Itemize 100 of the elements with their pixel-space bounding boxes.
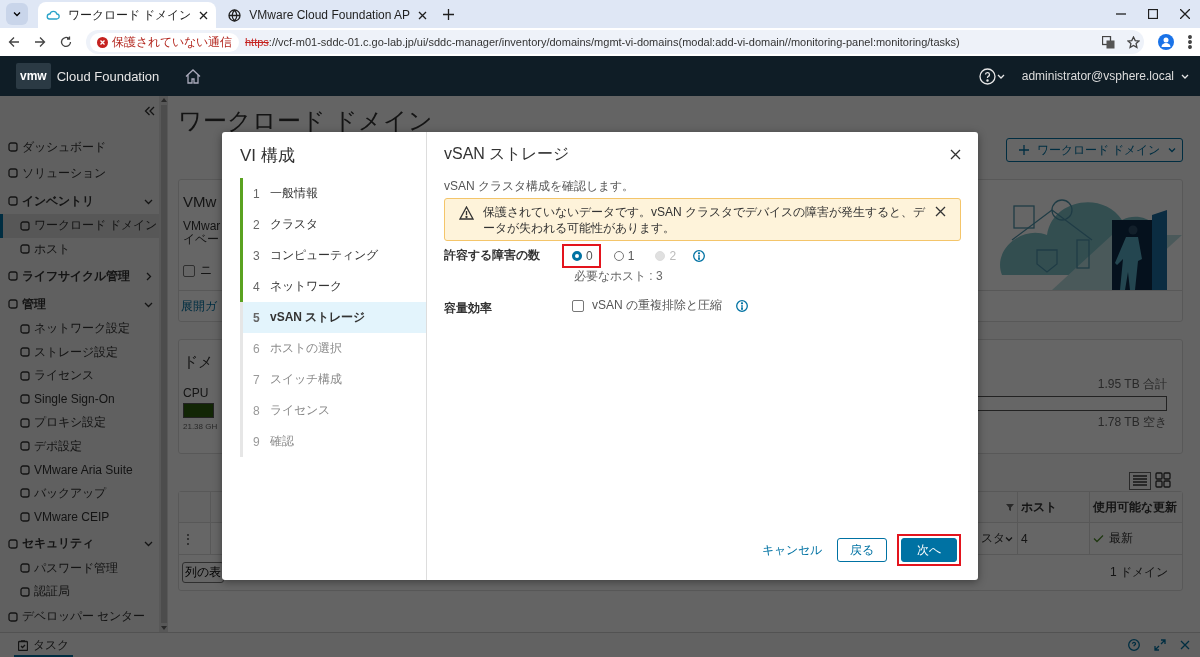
forward-icon[interactable] [34, 36, 46, 48]
warning-icon [459, 206, 474, 220]
grid-view-icon[interactable] [1155, 472, 1171, 488]
alert-text: 保護されていないデータです。vSAN クラスタでデバイスの障害が発生すると、データが失われる可能性があります。 [483, 204, 926, 236]
nav-item[interactable]: インベントリ [0, 188, 159, 214]
url-text: ://vcf-m01-sddc-01.c.go-lab.jp/ui/sddc-manager/inventory/domains/mgmt-vi-domains(modal:add-vi-domain//monitoring-panel:monitoring/tasks) [268, 36, 960, 48]
table-cell: 4 [1018, 523, 1090, 554]
tab-list-button[interactable] [6, 3, 28, 25]
address-bar[interactable]: 保護されていない通信 https://vcf-m01-sddc-01.c.go-lab.jp/ui/sddc-manager/inventory/domains/mgmt-vi-domains(modal:add-vi-domain//monitoring-panel:monitoring/tasks) [86, 30, 1144, 54]
info-icon[interactable] [736, 299, 748, 312]
nav-item[interactable]: ネットワーク設定 [0, 317, 159, 341]
radio-option[interactable]: 0 [562, 244, 601, 268]
back-icon[interactable] [8, 36, 20, 48]
panel-title: vSAN ストレージ [444, 144, 570, 164]
nav-item[interactable]: 管理 [0, 291, 159, 317]
square-icon [20, 441, 30, 452]
wizard-step[interactable]: 3 コンピューティング [240, 240, 426, 271]
chevron-right-icon[interactable] [144, 271, 153, 281]
list-icon [1132, 474, 1148, 486]
radio-button[interactable] [572, 251, 582, 261]
square-icon [8, 168, 18, 178]
close-icon[interactable] [199, 10, 209, 20]
close-icon[interactable] [950, 148, 961, 160]
back-button[interactable]: 戻る [837, 538, 887, 562]
collapse-icon[interactable] [144, 106, 155, 116]
checkbox[interactable] [572, 299, 584, 312]
square-icon [20, 220, 30, 231]
card-heading: ドメ [183, 352, 213, 372]
wizard-step[interactable]: 2 クラスタ [240, 209, 426, 240]
wizard-step[interactable]: 1 一般情報 [240, 178, 426, 209]
more-icon[interactable] [1188, 35, 1192, 49]
nav-item[interactable]: VMware CEIP [0, 505, 159, 529]
column-header: 使用可能な更新 [1092, 498, 1178, 516]
step-number: 7 [253, 372, 260, 387]
nav-item[interactable]: ストレージ設定 [0, 340, 159, 364]
help-text: 必要なホスト : 3 [574, 268, 664, 285]
square-icon [20, 370, 30, 381]
next-button[interactable]: 次へ [901, 538, 957, 562]
nav-item[interactable]: ライフサイクル管理 [0, 263, 159, 289]
wizard-step[interactable]: 9 確認 [240, 426, 426, 457]
guide-link[interactable]: 展開ガ [181, 297, 217, 315]
step-number: 6 [253, 341, 260, 356]
columns-button[interactable]: 列の表 [182, 562, 224, 583]
step-label: vSAN ストレージ [270, 309, 366, 326]
step-label: ホストの選択 [270, 340, 342, 357]
nav-item[interactable]: バックアップ [0, 481, 159, 505]
user-menu[interactable]: administrator@vsphere.local [1021, 69, 1174, 83]
square-icon [20, 586, 30, 597]
chevron-down-icon [1168, 146, 1176, 154]
nav-item[interactable]: デポ設定 [0, 434, 159, 458]
nav-item[interactable]: 認証局 [0, 580, 159, 604]
browser-tab[interactable]: ワークロード ドメイン [38, 2, 217, 28]
info-icon[interactable] [693, 250, 706, 262]
radio-option[interactable]: 1 [603, 244, 643, 268]
maximize-icon[interactable] [1148, 9, 1158, 19]
globe-icon [228, 8, 242, 22]
close-icon[interactable] [418, 10, 428, 20]
nav-item[interactable]: ダッシュボード [0, 134, 159, 160]
step-number: 8 [253, 403, 260, 418]
nav-item[interactable]: ソリューション [0, 160, 159, 186]
step-label: クラスタ [270, 216, 318, 233]
square-icon [20, 244, 30, 255]
checkbox[interactable] [183, 264, 195, 277]
nav-item[interactable]: ライセンス [0, 364, 159, 388]
wizard-step[interactable]: 7 スイッチ構成 [240, 364, 426, 395]
square-icon [20, 488, 30, 499]
star-icon[interactable] [1127, 35, 1140, 49]
wizard-step[interactable]: 5 vSAN ストレージ [240, 302, 426, 333]
security-chip[interactable]: 保護されていない通信 [90, 32, 239, 52]
row-count: 1 ドメイン [1110, 564, 1168, 581]
home-icon[interactable] [185, 68, 202, 84]
close-icon[interactable] [935, 206, 946, 217]
table-cell: スタ [981, 530, 1005, 547]
checkbox-label: vSAN の重複排除と圧縮 [592, 297, 722, 314]
add-domain-button[interactable]: ワークロード ドメイン [1005, 138, 1183, 162]
square-icon [8, 142, 18, 152]
new-tab-icon[interactable] [443, 8, 455, 20]
checkbox-label: ニ [200, 262, 212, 279]
close-icon[interactable] [1180, 9, 1190, 19]
radio-button[interactable] [613, 251, 624, 261]
wizard-step[interactable]: 8 ライセンス [240, 395, 426, 426]
product-name: Cloud Foundation [56, 68, 160, 84]
step-number: 2 [253, 217, 260, 232]
profile-icon[interactable] [1158, 34, 1174, 50]
nav-item[interactable]: パスワード管理 [0, 556, 159, 580]
nav-item[interactable]: VMware Aria Suite [0, 458, 159, 482]
translate-icon[interactable] [1102, 35, 1115, 49]
step-number: 3 [253, 248, 260, 263]
reload-icon[interactable] [60, 36, 72, 48]
filter-icon[interactable] [1006, 503, 1014, 511]
square-icon [8, 538, 18, 549]
page-title: ワークロード ドメイン [178, 107, 433, 135]
step-number: 1 [253, 186, 260, 201]
wizard-step[interactable]: 6 ホストの選択 [240, 333, 426, 364]
nav-item[interactable]: Single Sign-On [0, 387, 159, 411]
browser-tab[interactable]: VMware Cloud Foundation AP [220, 2, 436, 28]
task-tab[interactable]: タスク [14, 633, 73, 657]
list-view-toggle[interactable] [1129, 472, 1151, 490]
row-actions[interactable]: ⋮ [179, 523, 211, 554]
nav-item[interactable]: セキュリティ [0, 530, 159, 557]
